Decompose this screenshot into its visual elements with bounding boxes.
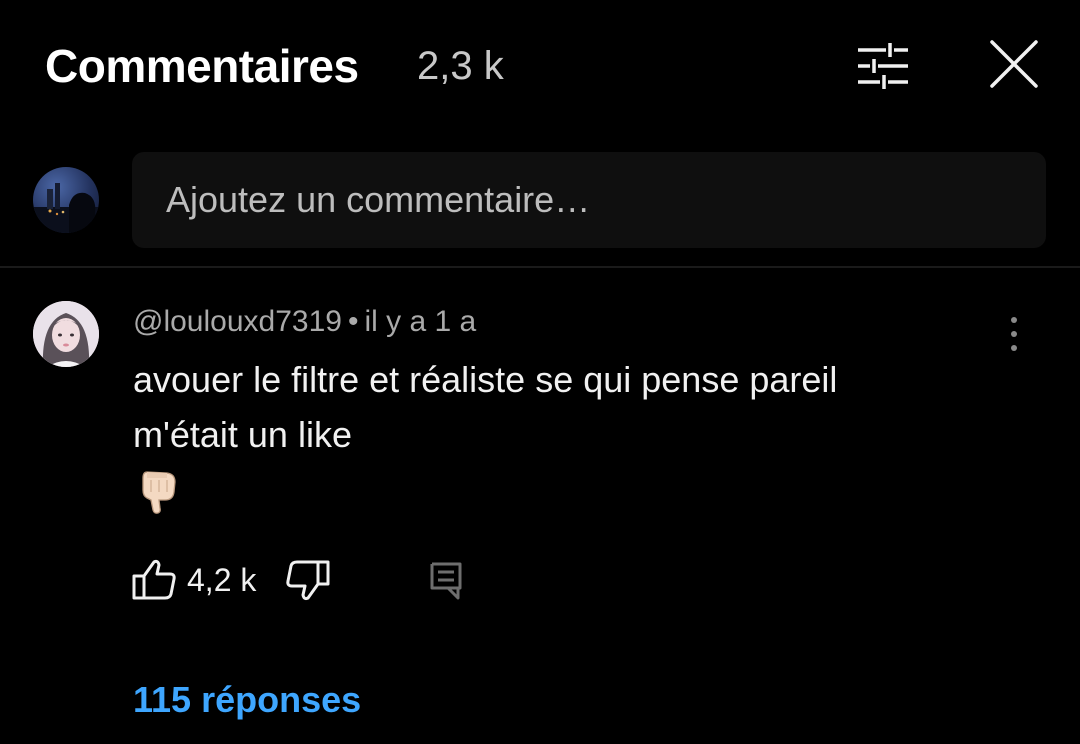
dislike-button[interactable] <box>282 556 334 604</box>
comments-header: Commentaires 2,3 k <box>0 0 1080 132</box>
comment-body: avouer le filtre et réaliste se qui pens… <box>133 352 953 462</box>
comment-time: il y a 1 a <box>364 305 477 338</box>
like-count: 4,2 k <box>187 562 257 598</box>
pointing-down-hand-icon <box>133 466 183 516</box>
comment-author[interactable]: @loulouxd7319 <box>133 305 342 338</box>
thumbs-up-icon <box>132 559 176 600</box>
thumbs-down-icon <box>286 560 330 601</box>
close-button[interactable] <box>982 36 1046 96</box>
panel-title: Commentaires <box>45 40 359 92</box>
sort-filter-button[interactable] <box>850 36 914 96</box>
close-icon <box>990 40 1038 88</box>
comment-more-button[interactable] <box>996 312 1032 356</box>
meta-separator: • <box>347 305 359 338</box>
like-button[interactable] <box>128 556 180 604</box>
comment-composer <box>0 150 1080 268</box>
reply-comment-icon <box>430 562 462 600</box>
comment-meta: @loulouxd7319 • il y a 1 a <box>133 304 476 340</box>
current-user-avatar[interactable] <box>33 167 99 233</box>
comment-author-avatar[interactable] <box>33 301 99 367</box>
comment-line-2: m'était un like <box>133 414 352 455</box>
comment-count: 2,3 k <box>417 44 504 88</box>
reply-button[interactable] <box>424 558 468 602</box>
view-replies-link[interactable]: 115 réponses <box>133 678 361 722</box>
vertical-dots-icon <box>1011 317 1017 351</box>
comment-item: @loulouxd7319 • il y a 1 a avouer le filtr… <box>0 268 1080 744</box>
add-comment-input[interactable] <box>132 152 1046 248</box>
comment-line-1: avouer le filtre et réaliste se qui pens… <box>133 359 838 400</box>
comment-actions: 4,2 k <box>0 550 1080 610</box>
sliders-icon <box>858 43 908 89</box>
